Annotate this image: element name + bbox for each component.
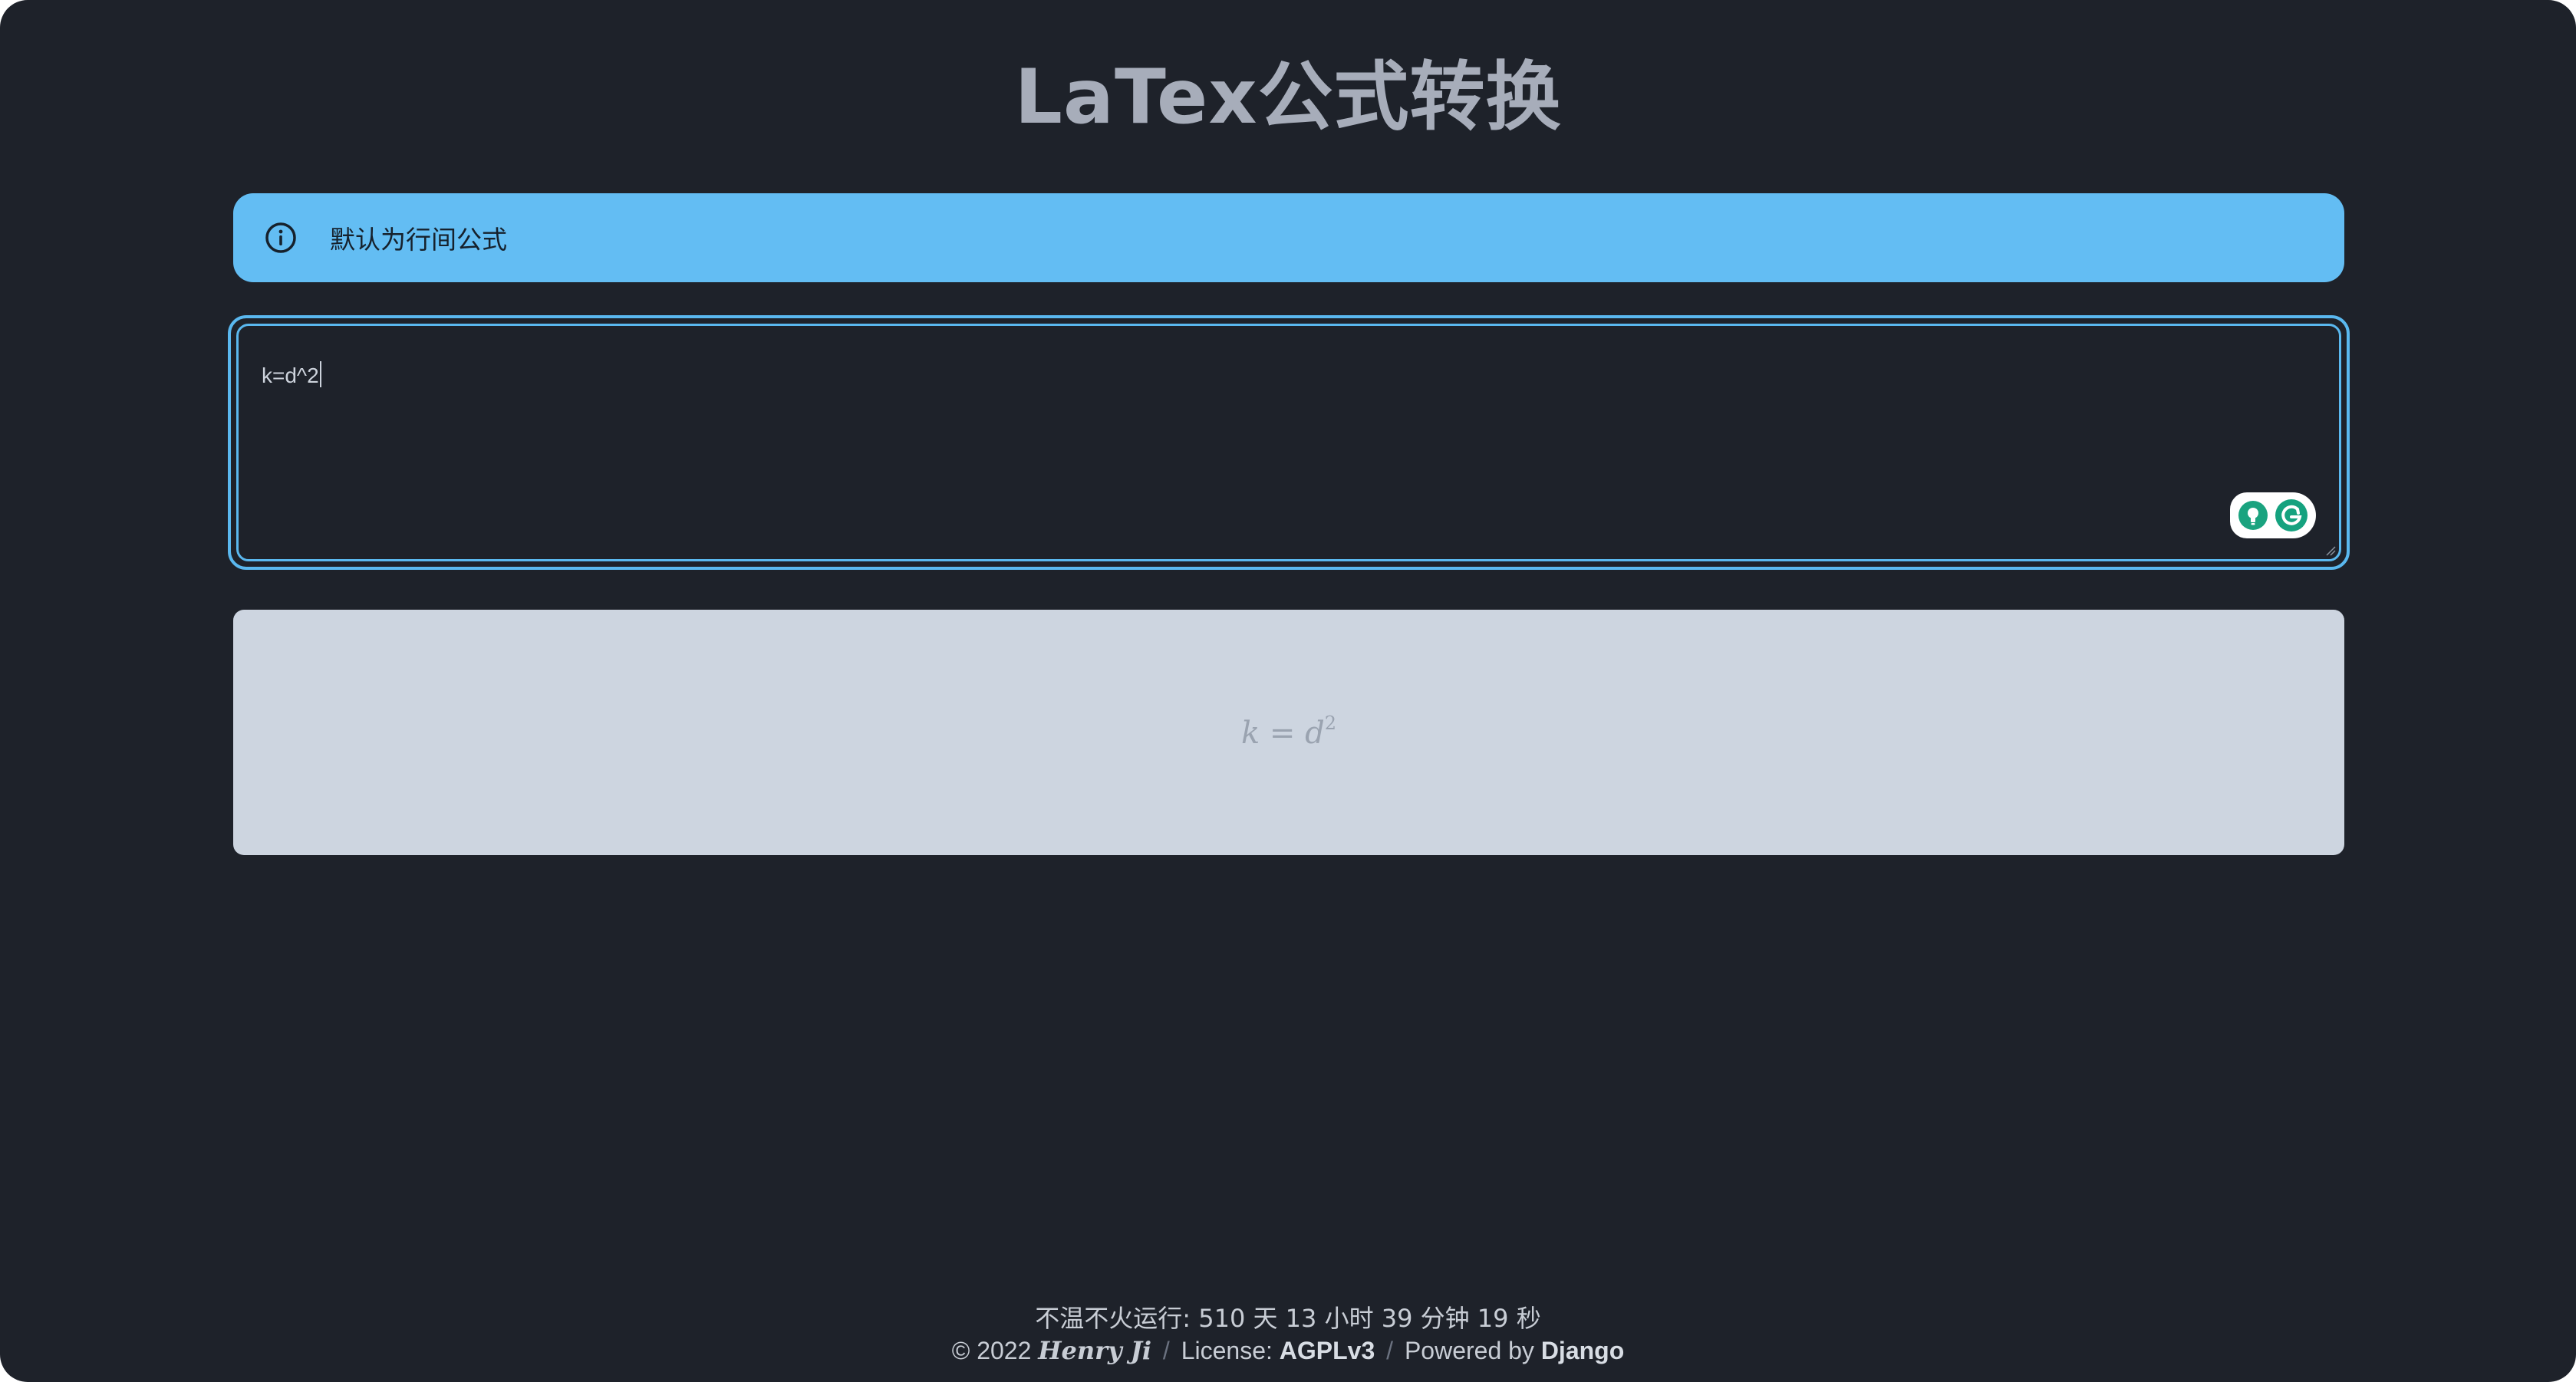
grammarly-widget[interactable] (2230, 492, 2316, 538)
latex-input[interactable]: k=d^2 (236, 324, 2341, 561)
uptime-text: 不温不火运行: 510 天 13 小时 39 分钟 19 秒 (1035, 1304, 1541, 1333)
page-title: LaTex公式转换 (1014, 54, 1562, 141)
author-link[interactable]: Henry Ji (1038, 1336, 1151, 1365)
footer-separator: / (1386, 1337, 1394, 1364)
formula-equals: = (1269, 716, 1296, 751)
grammarly-icon[interactable] (2275, 499, 2308, 532)
license-link[interactable]: AGPLv3 (1280, 1337, 1375, 1364)
powered-by-label: Powered by (1404, 1337, 1534, 1364)
resize-handle[interactable] (2324, 544, 2336, 556)
app-window: LaTex公式转换 默认为行间公式 k=d^2 k = d2 不温不火运行: 5… (0, 0, 2576, 1382)
license-label: License: (1181, 1337, 1273, 1364)
footer-separator: / (1162, 1337, 1170, 1364)
formula-exponent: 2 (1324, 712, 1337, 734)
formula-lhs: k (1240, 716, 1260, 751)
rendered-formula: k = d2 (233, 712, 2344, 751)
latex-input-focus-ring: k=d^2 (228, 315, 2350, 570)
copyright: © 2022 (951, 1337, 1032, 1364)
text-caret (319, 361, 321, 387)
django-link[interactable]: Django (1541, 1337, 1624, 1364)
alert-text: 默认为行间公式 (330, 225, 507, 255)
latex-input-value[interactable]: k=d^2 (262, 361, 321, 388)
lightbulb-icon[interactable] (2238, 500, 2268, 531)
formula-base: d (1305, 716, 1325, 751)
footer: © 2022 Henry Ji / License: AGPLv3 / Powe… (0, 1336, 2576, 1365)
formula-preview: k = d2 (233, 610, 2344, 855)
info-alert: 默认为行间公式 (233, 193, 2344, 282)
info-icon (265, 222, 296, 253)
